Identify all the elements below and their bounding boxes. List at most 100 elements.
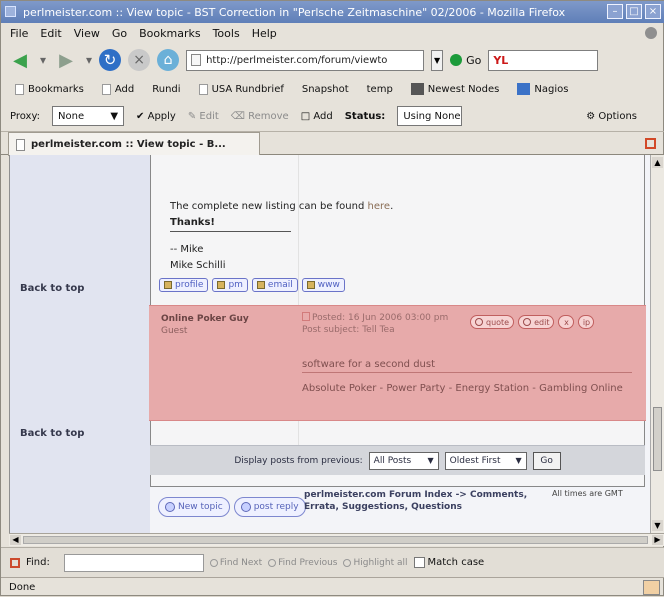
- vertical-scrollbar[interactable]: ▲ ▼: [650, 155, 664, 533]
- home-button[interactable]: ⌂: [157, 49, 180, 71]
- days-select[interactable]: All Posts ▼: [368, 451, 439, 470]
- close-find-icon[interactable]: [10, 557, 20, 568]
- find-previous-icon: [268, 558, 277, 567]
- menu-view[interactable]: View: [74, 27, 100, 40]
- add-proxy-button[interactable]: □ Add: [301, 111, 333, 122]
- pm-button[interactable]: pm: [212, 278, 248, 292]
- bookmark-label: Add: [114, 83, 135, 95]
- go-button[interactable]: Go: [450, 54, 481, 67]
- edit-post-button[interactable]: edit: [518, 315, 555, 329]
- quote-button[interactable]: quote: [470, 315, 515, 329]
- ip-button[interactable]: ip: [578, 315, 595, 329]
- post-author[interactable]: Online Poker Guy: [161, 314, 249, 325]
- post-signature-links[interactable]: Absolute Poker - Power Party - Energy St…: [302, 379, 632, 398]
- close-icon[interactable]: ×: [645, 4, 661, 19]
- find-input[interactable]: [63, 553, 204, 572]
- apply-button[interactable]: ✔ Apply: [136, 111, 176, 122]
- forward-button[interactable]: ▶: [53, 48, 79, 72]
- menu-file[interactable]: File: [10, 27, 28, 40]
- menu-tools[interactable]: Tools: [213, 27, 240, 40]
- page-icon: [15, 83, 24, 95]
- bookmark-usa-rundbrief[interactable]: USA Rundbrief: [198, 83, 284, 95]
- edit-button[interactable]: ✎ Edit: [188, 111, 219, 122]
- scroll-up-icon[interactable]: ▲: [652, 157, 663, 168]
- highlight-all-button[interactable]: Highlight all: [343, 557, 408, 568]
- horizontal-scroll-thumb[interactable]: [23, 536, 648, 544]
- scroll-down-icon[interactable]: ▼: [652, 520, 663, 531]
- throbber-icon: [645, 27, 657, 39]
- find-previous-button[interactable]: Find Previous: [268, 558, 337, 568]
- breadcrumb[interactable]: perlmeister.com Forum Index -> Comments,…: [304, 489, 534, 513]
- post-signature-divider: [302, 372, 632, 373]
- proxy-value: None: [58, 110, 85, 122]
- edit-label: Edit: [199, 110, 219, 122]
- post-reply-label: post reply: [253, 502, 299, 512]
- maximize-icon[interactable]: □: [626, 4, 642, 19]
- email-button[interactable]: email: [251, 278, 298, 292]
- horizontal-scrollbar[interactable]: ◀ ▶: [9, 533, 664, 546]
- back-to-top-link-2[interactable]: Back to top: [20, 428, 84, 439]
- bookmark-nagios[interactable]: Nagios: [517, 83, 568, 95]
- new-topic-label: New topic: [178, 502, 223, 512]
- menu-go[interactable]: Go: [112, 27, 127, 40]
- bookmark-snapshot[interactable]: Snapshot: [302, 84, 349, 95]
- message-icon: [217, 281, 226, 289]
- posts-go-button[interactable]: Go: [532, 451, 561, 470]
- order-select[interactable]: Oldest First ▼: [444, 451, 527, 470]
- url-history-dropdown-icon[interactable]: ▼: [431, 49, 444, 71]
- chevron-down-icon: ▼: [427, 456, 434, 465]
- post-subject: Post subject: Tell Tea: [302, 325, 395, 335]
- tab-active[interactable]: perlmeister.com :: View topic - B...: [8, 132, 260, 156]
- globe-icon: [306, 281, 315, 289]
- proxy-select[interactable]: None ▼: [52, 106, 125, 126]
- menu-help[interactable]: Help: [252, 27, 277, 40]
- listing-link[interactable]: here: [368, 201, 391, 212]
- post-text: The complete new listing can be found: [170, 201, 368, 212]
- scroll-left-icon[interactable]: ◀: [10, 535, 21, 545]
- minimize-icon[interactable]: –: [607, 4, 623, 19]
- remove-button[interactable]: ⌫ Remove: [231, 111, 289, 122]
- nagios-icon: [517, 83, 531, 95]
- bookmark-newest-nodes[interactable]: Newest Nodes: [410, 83, 499, 95]
- options-label: Options: [598, 110, 637, 122]
- back-button[interactable]: ◀: [7, 48, 33, 72]
- profile-button[interactable]: profile: [159, 278, 209, 292]
- back-dropdown-icon[interactable]: ▾: [40, 53, 46, 67]
- bookmark-label: Snapshot: [301, 83, 349, 95]
- bookmark-rundi[interactable]: Rundi: [152, 84, 180, 95]
- vertical-scroll-thumb[interactable]: [653, 407, 662, 471]
- bookmark-add[interactable]: Add: [101, 83, 135, 95]
- back-to-top-link-1[interactable]: Back to top: [20, 283, 84, 294]
- menu-bar: File Edit View Go Bookmarks Tools Help: [1, 23, 664, 43]
- checkbox-icon: [413, 557, 425, 568]
- edit-post-label: edit: [534, 317, 550, 327]
- chevron-down-icon: ▼: [110, 110, 119, 122]
- reload-button[interactable]: ↻: [99, 49, 122, 71]
- post-text-end: .: [390, 201, 394, 212]
- menu-bookmarks[interactable]: Bookmarks: [139, 27, 200, 40]
- new-topic-button[interactable]: New topic: [158, 497, 230, 517]
- bookmark-bookmarks[interactable]: Bookmarks: [15, 83, 84, 95]
- stop-button[interactable]: ×: [128, 49, 151, 71]
- menu-edit[interactable]: Edit: [40, 27, 61, 40]
- scroll-right-icon[interactable]: ▶: [652, 535, 663, 545]
- navigation-toolbar: ◀ ▾ ▶ ▾ ↻ × ⌂ http://perlmeister.com/for…: [1, 43, 664, 77]
- match-case-checkbox[interactable]: Match case: [413, 557, 484, 568]
- post-actions: quote edit x ip: [470, 315, 595, 329]
- delete-post-button[interactable]: x: [558, 315, 575, 329]
- profile-label: profile: [175, 280, 204, 290]
- url-field[interactable]: http://perlmeister.com/forum/viewto: [186, 49, 425, 71]
- forward-dropdown-icon[interactable]: ▾: [86, 53, 92, 67]
- www-button[interactable]: www: [301, 278, 345, 292]
- find-next-button[interactable]: Find Next: [209, 558, 262, 568]
- highlight-label: Highlight all: [353, 557, 408, 568]
- timezone-note: All times are GMT: [552, 489, 623, 498]
- options-button[interactable]: ⚙ Options: [586, 111, 637, 122]
- title-bar[interactable]: perlmeister.com :: View topic - BST Corr…: [1, 1, 664, 23]
- search-input[interactable]: YL: [488, 49, 599, 71]
- bookmark-temp[interactable]: temp: [367, 84, 393, 95]
- close-tab-icon[interactable]: [645, 138, 656, 149]
- post-reply-button[interactable]: post reply: [233, 497, 306, 517]
- go-label: Go: [466, 53, 482, 67]
- window-title: perlmeister.com :: View topic - BST Corr…: [23, 5, 566, 19]
